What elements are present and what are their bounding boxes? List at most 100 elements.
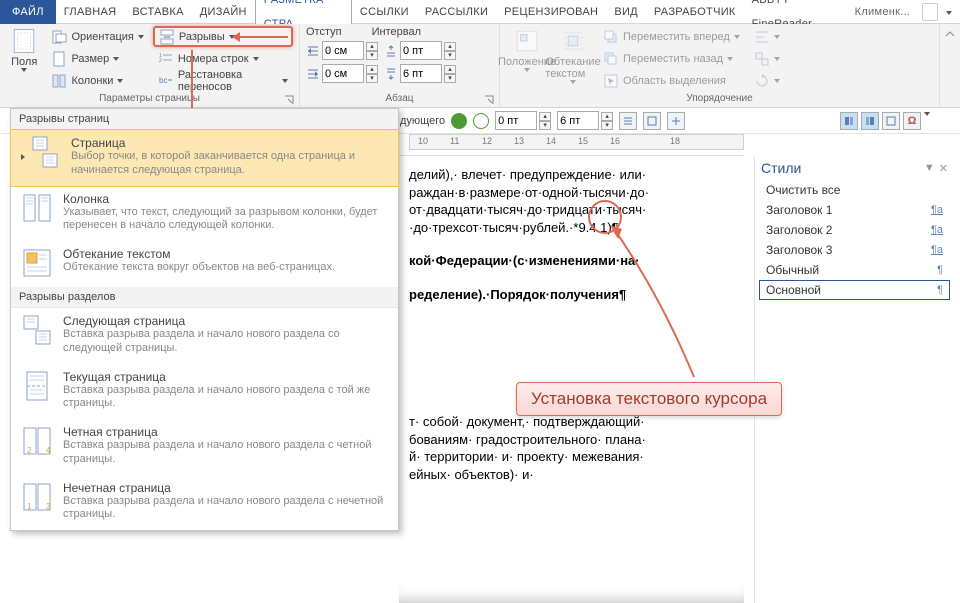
doc-line: делий),· влечет· предупреждение· или· — [409, 166, 724, 184]
doc-line: раждан·в·размере·от·одной·тысячи·до· — [409, 184, 724, 202]
space-after-spin[interactable]: ▴▾ — [384, 63, 456, 84]
tb2-after-spin[interactable]: ▴▾ — [557, 110, 613, 131]
tab-developer[interactable]: РАЗРАБОТЧИК — [646, 0, 744, 24]
gallery-item-textwrap[interactable]: Обтекание текстомОбтекание текста вокруг… — [11, 241, 398, 287]
gallery-header-page-breaks: Разрывы страниц — [11, 109, 398, 130]
collapse-ribbon-button[interactable] — [940, 24, 960, 107]
style-radio-2[interactable] — [473, 113, 489, 129]
style-normal[interactable]: Обычный¶ — [759, 260, 950, 280]
indent-label: Отступ — [306, 26, 342, 38]
pagesetup-launcher-icon[interactable] — [283, 94, 295, 106]
send-backward-button: Переместить назад — [598, 48, 745, 69]
paragraph-launcher-icon[interactable] — [483, 94, 495, 106]
evenpage-break-icon: 24 — [21, 425, 53, 457]
columns-button[interactable]: Колонки — [46, 70, 148, 91]
style-main[interactable]: Основной¶ — [759, 280, 950, 300]
tab-view[interactable]: ВИД — [606, 0, 646, 24]
group-page-setup: Поля Ориентация Размер Колонки — [0, 24, 300, 107]
gallery-caret-icon — [21, 154, 25, 160]
tab-design[interactable]: ДИЗАЙН — [192, 0, 255, 24]
annotation-callout: Установка текстового курсора — [516, 382, 782, 416]
avatar[interactable] — [922, 3, 938, 21]
doc-line: кой·Федерации·(с·изменениями·на· — [409, 252, 724, 270]
column-break-icon — [21, 192, 53, 224]
clear-formatting-button[interactable]: Очистить все — [759, 180, 950, 200]
group-paragraph: Отступ Интервал ▴▾ ▴▾ ▴ — [300, 24, 500, 107]
breaks-gallery: Разрывы страниц СтраницаВыбор точки, в к… — [10, 108, 399, 531]
svg-text:2: 2 — [27, 446, 32, 455]
gallery-header-section-breaks: Разрывы разделов — [11, 287, 398, 308]
tab-insert[interactable]: ВСТАВКА — [124, 0, 191, 24]
tab-file[interactable]: ФАЙЛ — [0, 0, 56, 24]
styles-title: Стили — [761, 160, 801, 176]
tab-references[interactable]: ССЫЛКИ — [352, 0, 417, 24]
style-heading1[interactable]: Заголовок 1¶a — [759, 200, 950, 220]
gallery-item-page[interactable]: СтраницаВыбор точки, в которой заканчива… — [10, 129, 399, 187]
nextpage-break-icon — [21, 314, 53, 346]
breaks-button[interactable]: Разрывы — [153, 26, 293, 47]
view-btn-2[interactable] — [861, 112, 879, 130]
svg-text:3: 3 — [46, 502, 51, 511]
group-arrange: Положение Обтекание текстом Переместить … — [500, 24, 940, 107]
style-radio-1[interactable] — [451, 113, 467, 129]
gallery-item-column[interactable]: КолонкаУказывает, что текст, следующий з… — [11, 186, 398, 242]
annotation-cursor-circle — [588, 200, 622, 234]
doc-line: й· территории· и· проекту· межевания· — [409, 448, 724, 466]
svg-text:2: 2 — [159, 58, 162, 64]
styles-close-icon[interactable]: ✕ — [939, 162, 948, 175]
tb2-btn-1[interactable] — [619, 112, 637, 130]
size-button[interactable]: Размер — [46, 48, 148, 69]
oddpage-break-icon: 13 — [21, 481, 53, 513]
svg-text:4: 4 — [46, 446, 51, 455]
continuous-break-icon — [21, 370, 53, 402]
document-area[interactable]: делий),· влечет· предупреждение· или· ра… — [399, 156, 744, 603]
doc-line: ределение).·Порядок·получения¶ — [409, 286, 724, 304]
hyphenation-button[interactable]: bc Расстановка переносов — [153, 70, 293, 91]
style-heading2[interactable]: Заголовок 2¶a — [759, 220, 950, 240]
ribbon-tabs: ФАЙЛ ГЛАВНАЯ ВСТАВКА ДИЗАЙН РАЗМЕТКА СТР… — [0, 0, 960, 24]
svg-text:bc: bc — [159, 76, 167, 85]
tab-review[interactable]: РЕЦЕНЗИРОВАН — [496, 0, 606, 24]
rotate-button — [749, 70, 785, 91]
ribbon: Поля Ориентация Размер Колонки — [0, 24, 960, 108]
margins-label: Поля — [11, 56, 37, 68]
styles-pane: Стили ▼ ✕ Очистить все Заголовок 1¶a Заг… — [754, 156, 954, 603]
view-btn-1[interactable] — [840, 112, 858, 130]
tb2-btn-3[interactable] — [667, 112, 685, 130]
group-paragraph-label: Абзац — [306, 92, 493, 106]
view-more-dropdown[interactable] — [924, 112, 930, 116]
view-btn-omega[interactable]: Ω — [903, 112, 921, 130]
style-next-label: дующего — [400, 115, 445, 127]
tb2-before-spin[interactable]: ▴▾ — [495, 110, 551, 131]
indent-right-spin[interactable]: ▴▾ — [306, 63, 378, 84]
position-button: Положение — [506, 26, 548, 92]
doc-line: бованиям· градостроительного· плана· — [409, 431, 724, 449]
wrap-button: Обтекание текстом — [552, 26, 594, 92]
view-btn-3[interactable] — [882, 112, 900, 130]
gallery-item-continuous[interactable]: Текущая страницаВставка разрыва раздела … — [11, 364, 398, 420]
ruler[interactable]: 10 11 12 13 14 15 16 18 — [399, 134, 744, 156]
group-pagesetup-label: Параметры страницы — [6, 92, 293, 106]
tab-user-dropdown[interactable] — [938, 0, 960, 24]
margins-button[interactable]: Поля — [6, 26, 42, 92]
doc-line: ейных· объектов)· и· — [409, 466, 724, 484]
style-heading3[interactable]: Заголовок 3¶a — [759, 240, 950, 260]
line-numbers-button[interactable]: 12 Номера строк — [153, 48, 293, 69]
gallery-item-oddpage[interactable]: 13 Нечетная страницаВставка разрыва разд… — [11, 475, 398, 531]
tab-home[interactable]: ГЛАВНАЯ — [56, 0, 125, 24]
selection-pane-button[interactable]: Область выделения — [598, 70, 745, 91]
align-button — [749, 26, 785, 47]
indent-left-spin[interactable]: ▴▾ — [306, 40, 378, 61]
space-before-spin[interactable]: ▴▾ — [384, 40, 456, 61]
tb2-btn-2[interactable] — [643, 112, 661, 130]
styles-dropdown-icon[interactable]: ▼ — [924, 162, 935, 174]
user-name[interactable]: Клименк... — [847, 0, 919, 24]
gallery-item-evenpage[interactable]: 24 Четная страницаВставка разрыва раздел… — [11, 419, 398, 475]
bring-forward-button: Переместить вперед — [598, 26, 745, 47]
tab-mailings[interactable]: РАССЫЛКИ — [417, 0, 496, 24]
page-break-icon — [29, 136, 61, 168]
doc-line: ·до·трехсот·тысяч·рублей.·*9.4.1)¶ — [409, 219, 724, 237]
gallery-item-nextpage[interactable]: Следующая страницаВставка разрыва раздел… — [11, 308, 398, 364]
svg-text:1: 1 — [27, 502, 32, 511]
orientation-button[interactable]: Ориентация — [46, 26, 148, 47]
